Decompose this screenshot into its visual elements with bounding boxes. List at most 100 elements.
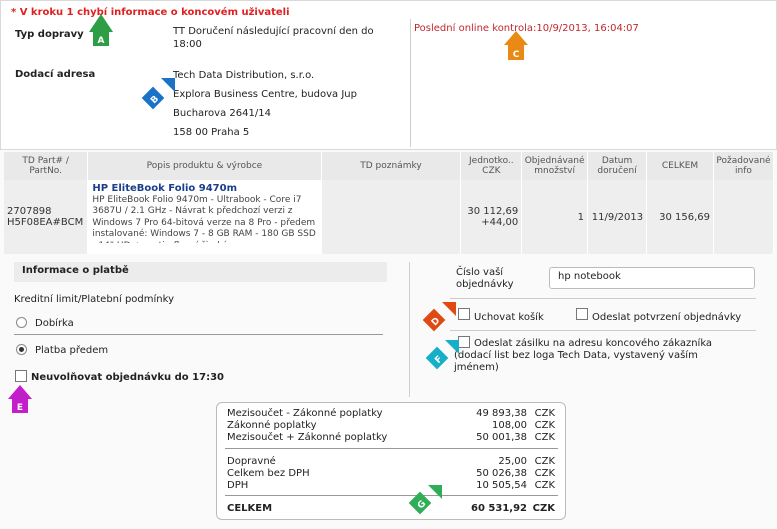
marker-c-arrow-icon <box>504 31 528 45</box>
totals-value: 60 531,92 <box>471 503 527 514</box>
totals-value: 108,00 <box>492 420 527 431</box>
totals-label: Mezisoučet - Zákonné poplatky <box>227 408 383 419</box>
payment-panel: Informace o platbě Kreditní limit/Plateb… <box>8 262 400 397</box>
totals-label: Zákonné poplatky <box>227 420 317 431</box>
ship-end-customer-checkbox[interactable] <box>458 336 470 348</box>
totals-currency: CZK <box>532 503 555 514</box>
totals-label: DPH <box>227 480 249 491</box>
totals-box: Mezisoučet - Zákonné poplatky 49 893,38 … <box>216 402 566 520</box>
address-line: Bucharova 2641/14 <box>173 108 271 119</box>
totals-value: 50 001,38 <box>476 432 527 443</box>
radio-prepayment[interactable] <box>16 344 27 355</box>
totals-value: 25,00 <box>498 456 527 467</box>
total-cell: 30 156,69 <box>646 180 714 254</box>
order-number-input[interactable]: hp notebook <box>549 267 755 289</box>
divider <box>409 262 410 397</box>
col-header: Požadované info <box>713 152 775 180</box>
part-cell: 2707898 H5F08EA#BCM <box>4 180 89 254</box>
order-number-label: Číslo vaší <box>456 267 504 278</box>
totals-currency: CZK <box>534 420 555 431</box>
send-confirmation-label[interactable]: Odeslat potvrzení objednávky <box>592 312 741 323</box>
transport-value-1: TT Doručení následující pracovní den do <box>173 26 374 37</box>
address-label: Dodací adresa <box>15 69 96 80</box>
radio-cod[interactable] <box>16 317 27 328</box>
ship-end-customer-label[interactable]: Odeslat zásilku na adresu koncového záka… <box>474 338 712 349</box>
keep-cart-label[interactable]: Uchovat košík <box>474 312 544 323</box>
totals-row: Mezisoučet - Zákonné poplatky 49 893,38 … <box>227 408 557 420</box>
divider <box>14 334 383 335</box>
col-header: TD Part# / PartNo. <box>4 152 89 180</box>
hold-order-label[interactable]: Neuvolňovat objednávku do 17:30 <box>31 372 224 383</box>
address-line: Explora Business Centre, budova Jup <box>173 89 357 100</box>
totals-label: Celkem bez DPH <box>227 468 310 479</box>
checkout-step-page: * V kroku 1 chybí informace o koncovém u… <box>0 0 777 529</box>
address-line: 158 00 Praha 5 <box>173 127 250 138</box>
address-line: Tech Data Distribution, s.r.o. <box>173 70 315 81</box>
marker-e-arrow-icon <box>8 385 32 399</box>
part-no: H5F08EA#BCM <box>7 217 84 228</box>
ship-end-customer-note: jménem) <box>454 362 499 373</box>
marker-c-icon: C <box>508 44 524 60</box>
marker-b-arrow-icon <box>161 78 175 92</box>
send-confirmation-checkbox[interactable] <box>576 308 588 320</box>
marker-e-letter: E <box>16 403 24 413</box>
ship-end-customer-note: (dodací list bez loga Tech Data, vystave… <box>454 350 698 361</box>
divider <box>410 19 411 147</box>
totals-row: Mezisoučet + Zákonné poplatky 50 001,38 … <box>227 432 557 444</box>
transport-value-2: 18:00 <box>173 39 202 50</box>
col-header: TD poznámky <box>321 152 462 180</box>
totals-currency: CZK <box>534 408 555 419</box>
col-header: Jednotko.. CZK <box>460 152 523 180</box>
totals-currency: CZK <box>534 432 555 443</box>
divider <box>225 448 558 449</box>
marker-e-icon: E <box>12 397 28 413</box>
unit-fee: +44,00 <box>481 217 519 228</box>
error-message: * V kroku 1 chybí informace o koncovém u… <box>11 7 290 18</box>
quantity-cell: 1 <box>521 180 588 254</box>
totals-value: 49 893,38 <box>476 408 527 419</box>
totals-row-grand: CELKEM 60 531,92 CZK <box>227 503 557 515</box>
marker-c-letter: C <box>512 50 520 60</box>
marker-a-arrow-icon <box>89 14 113 32</box>
delivery-date-cell: 11/9/2013 <box>587 180 648 254</box>
col-header: Datum doručení <box>587 152 648 180</box>
totals-currency: CZK <box>534 456 555 467</box>
totals-row: Zákonné poplatky 108,00 CZK <box>227 420 557 432</box>
delivery-panel: * V kroku 1 chybí informace o koncovém u… <box>0 0 777 150</box>
td-part: 2707898 <box>7 206 52 217</box>
totals-label: Dopravné <box>227 456 276 467</box>
marker-d-arrow-icon <box>442 302 456 316</box>
divider <box>225 495 558 496</box>
radio-prepayment-label[interactable]: Platba předem <box>35 345 108 356</box>
requested-info-cell <box>713 180 775 254</box>
hold-order-checkbox[interactable] <box>15 370 27 382</box>
col-header: CELKEM <box>646 152 714 180</box>
marker-a-letter: A <box>97 36 105 46</box>
marker-g-arrow-icon <box>428 485 442 499</box>
table-row: 2707898 H5F08EA#BCM HP EliteBook Folio 9… <box>4 180 775 254</box>
marker-a-icon: A <box>93 30 109 46</box>
totals-currency: CZK <box>534 468 555 479</box>
order-number-label: objednávky <box>456 279 514 290</box>
totals-label: CELKEM <box>227 503 273 514</box>
totals-value: 50 026,38 <box>476 468 527 479</box>
col-header: Objednávané množství <box>521 152 588 180</box>
totals-row: Dopravné 25,00 CZK <box>227 456 557 468</box>
divider <box>450 330 756 331</box>
totals-row: Celkem bez DPH 50 026,38 CZK <box>227 468 557 480</box>
product-description: HP EliteBook Folio 9470m - Ultrabook - C… <box>92 194 316 243</box>
product-name-link[interactable]: HP EliteBook Folio 9470m <box>92 183 316 195</box>
payment-title: Informace o platbě <box>14 262 387 282</box>
credit-label: Kreditní limit/Platební podmínky <box>14 294 174 305</box>
unit-price: 30 112,69 <box>467 206 519 217</box>
totals-currency: CZK <box>534 480 555 491</box>
unit-price-cell: 30 112,69 +44,00 <box>460 180 523 254</box>
totals-value: 10 505,54 <box>476 480 527 491</box>
divider <box>450 298 756 299</box>
marker-f-arrow-icon <box>445 340 459 354</box>
radio-cod-label[interactable]: Dobírka <box>35 318 74 329</box>
col-header: Popis produktu & výrobce <box>87 152 322 180</box>
keep-cart-checkbox[interactable] <box>458 308 470 320</box>
transport-label: Typ dopravy <box>15 29 84 40</box>
totals-row: DPH 10 505,54 CZK <box>227 480 557 492</box>
